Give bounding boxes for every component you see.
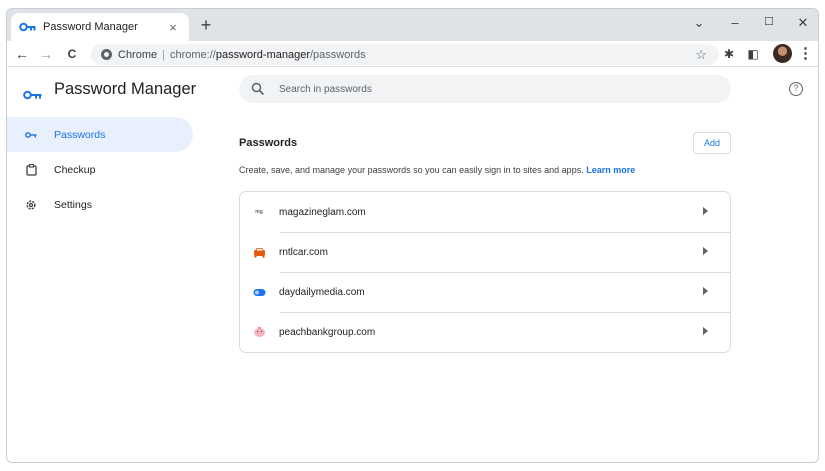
reload-button[interactable]: C [63, 45, 81, 63]
site-name: daydailymedia.com [279, 286, 365, 298]
magazineglam-favicon-icon: mg [252, 205, 266, 219]
app-title: Password Manager [54, 80, 197, 98]
url-scheme: chrome:// [169, 48, 216, 61]
page-content: Password Manager ? [7, 67, 818, 462]
browser-window: Password Manager × + ⌄ – ☐ ✕ ← → C Chrom… [6, 8, 819, 463]
tab-password-manager[interactable]: Password Manager × [11, 13, 189, 41]
description: Create, save, and manage your passwords … [239, 165, 584, 175]
description-text: Create, save, and manage your passwords … [239, 165, 635, 175]
list-item[interactable]: mg magazineglam.com [240, 192, 730, 232]
sidebar-item-passwords[interactable]: Passwords [7, 117, 193, 152]
car-favicon-icon [252, 245, 266, 259]
add-password-button[interactable]: Add [693, 132, 731, 154]
bookmark-star-icon[interactable]: ☆ [695, 47, 707, 63]
sidebar-item-label: Checkup [54, 163, 96, 176]
favicon-text: mg [255, 209, 263, 215]
sidebar-item-settings[interactable]: Settings [7, 187, 193, 222]
back-button[interactable]: ← [13, 45, 31, 63]
tab-search-dropdown-icon[interactable]: ⌄ [687, 15, 711, 35]
section-title: Passwords [239, 137, 298, 149]
forward-button[interactable]: → [37, 45, 55, 63]
search-box[interactable] [239, 75, 731, 103]
tab-close-icon[interactable]: × [165, 20, 181, 35]
checkup-icon [25, 163, 37, 176]
chevron-right-icon [703, 207, 708, 215]
list-item[interactable]: rntlcar.com [240, 232, 730, 272]
maximize-button[interactable]: ☐ [757, 15, 781, 35]
help-icon[interactable]: ? [789, 82, 803, 96]
sidebar: Passwords Checkup Settings [7, 117, 193, 222]
close-window-button[interactable]: ✕ [791, 15, 815, 35]
search-input[interactable] [279, 83, 679, 95]
extensions-icon[interactable]: ✱ [721, 46, 737, 62]
sidebar-item-label: Passwords [54, 128, 106, 141]
app-header: Password Manager ? [7, 67, 818, 117]
chevron-right-icon [703, 247, 708, 255]
site-name: peachbankgroup.com [279, 326, 376, 338]
media-favicon-icon [252, 285, 266, 299]
profile-avatar[interactable] [773, 44, 792, 63]
chrome-site-icon [101, 49, 112, 60]
minimize-button[interactable]: – [723, 15, 747, 35]
tab-strip: Password Manager × + ⌄ – ☐ ✕ [7, 9, 818, 41]
sidebar-item-checkup[interactable]: Checkup [7, 152, 193, 187]
chevron-right-icon [703, 287, 708, 295]
side-panel-icon[interactable]: ◧ [745, 46, 761, 62]
site-name: magazineglam.com [279, 206, 366, 218]
gear-icon [25, 199, 37, 211]
new-tab-button[interactable]: + [195, 16, 217, 36]
url-host: password-manager [215, 48, 310, 61]
site-chip-label: Chrome [118, 48, 158, 61]
chevron-right-icon [703, 327, 708, 335]
password-manager-logo-icon [23, 87, 43, 100]
key-icon [25, 129, 37, 141]
learn-more-link[interactable]: Learn more [586, 165, 635, 175]
list-item[interactable]: daydailymedia.com [240, 272, 730, 312]
password-list: mg magazineglam.com rntlcar.com daydaily… [239, 191, 731, 353]
piggy-bank-favicon-icon [252, 325, 266, 339]
sidebar-item-label: Settings [54, 198, 92, 211]
tab-title: Password Manager [43, 21, 138, 33]
address-separator: | [162, 48, 165, 61]
url-path: /passwords [310, 48, 366, 61]
key-icon [19, 21, 37, 33]
site-name: rntlcar.com [279, 246, 328, 258]
menu-icon[interactable]: ⋮ [798, 45, 813, 63]
browser-toolbar: ← → C Chrome | chrome:// password-manage… [7, 41, 818, 67]
list-item[interactable]: peachbankgroup.com [240, 312, 730, 352]
address-bar[interactable]: Chrome | chrome:// password-manager /pas… [91, 44, 719, 65]
search-icon [251, 82, 265, 96]
